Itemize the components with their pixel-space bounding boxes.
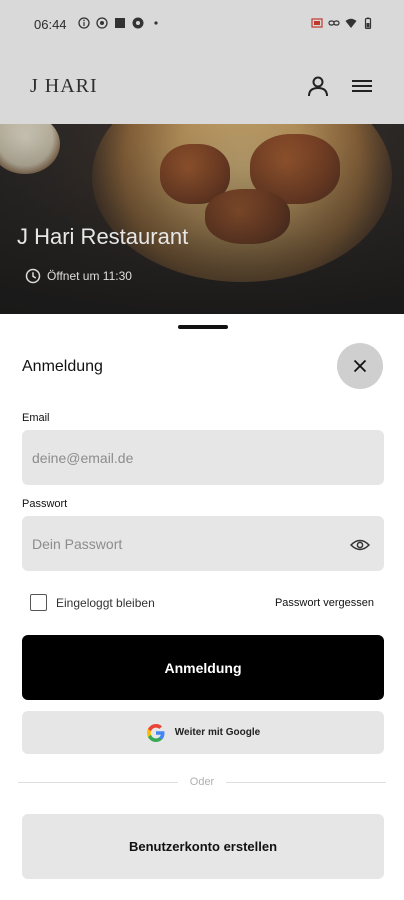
status-right-icons	[311, 17, 374, 29]
sheet-drag-handle[interactable]	[178, 325, 228, 329]
square-icon	[115, 18, 125, 28]
close-icon	[353, 359, 367, 373]
login-button[interactable]: Anmeldung	[22, 635, 384, 700]
eye-icon	[350, 539, 370, 551]
app-circle-icon	[96, 17, 108, 29]
dot-icon	[154, 21, 158, 25]
user-icon	[308, 76, 328, 97]
email-label: Email	[22, 412, 50, 424]
remember-me-label[interactable]: Eingeloggt bleiben	[56, 596, 155, 610]
gear-badge-icon	[132, 17, 144, 29]
close-button[interactable]	[337, 343, 383, 389]
login-sheet: Anmeldung Email Passwort Eingeloggt blei…	[0, 320, 404, 900]
info-circle-icon	[78, 17, 90, 29]
sheet-title: Anmeldung	[22, 358, 103, 375]
cast-icon	[311, 18, 323, 28]
status-left-icons	[78, 17, 162, 29]
status-bar: 06:44	[0, 0, 404, 50]
remember-me-checkbox[interactable]	[30, 594, 47, 611]
restaurant-logo[interactable]: J HARI	[30, 75, 98, 98]
sheet-scrim[interactable]	[0, 124, 404, 314]
menu-icon	[352, 80, 372, 92]
email-field[interactable]	[22, 430, 384, 485]
account-button[interactable]	[304, 72, 332, 100]
create-account-button[interactable]: Benutzerkonto erstellen	[22, 814, 384, 879]
battery-icon	[364, 17, 372, 29]
menu-button[interactable]	[348, 72, 376, 100]
or-divider: Oder	[18, 776, 386, 788]
google-signin-button[interactable]: Weiter mit Google	[22, 711, 384, 754]
password-field[interactable]	[22, 516, 384, 571]
forgot-password-link[interactable]: Passwort vergessen	[275, 597, 374, 609]
toggle-password-visibility[interactable]	[348, 533, 372, 557]
remember-me[interactable]: Eingeloggt bleiben	[30, 594, 155, 611]
divider-line	[226, 781, 386, 783]
divider-text: Oder	[189, 776, 215, 788]
app-header: J HARI	[0, 50, 404, 124]
google-button-label: Weiter mit Google	[174, 727, 261, 738]
password-label: Passwort	[22, 498, 68, 510]
divider-line	[18, 781, 178, 783]
wifi-icon	[345, 18, 357, 28]
status-time: 06:44	[34, 17, 67, 32]
google-icon	[146, 723, 165, 742]
link-icon	[328, 20, 340, 26]
